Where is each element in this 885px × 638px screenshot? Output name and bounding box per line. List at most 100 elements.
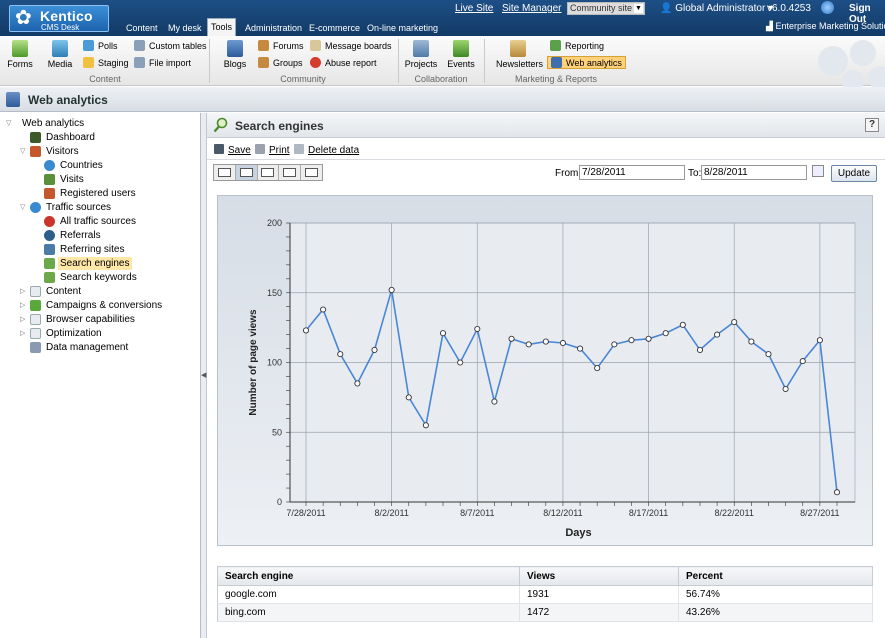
interval-week-button[interactable] xyxy=(258,165,280,180)
staging-button[interactable]: Staging xyxy=(83,57,129,68)
tab-online-marketing[interactable]: On-line marketing xyxy=(364,21,441,36)
site-manager-link[interactable]: Site Manager xyxy=(502,3,561,14)
help-button[interactable]: ? xyxy=(865,118,879,132)
top-bar: ✿ Kentico CMS Desk Live Site Site Manage… xyxy=(0,0,885,36)
from-date-input[interactable] xyxy=(579,165,685,180)
version-label: v6.0.4253 xyxy=(767,3,811,14)
data-point xyxy=(714,331,721,338)
column-header[interactable]: Percent xyxy=(678,566,873,586)
user-name: Global Administrator xyxy=(675,3,766,14)
update-button[interactable]: Update xyxy=(831,165,877,182)
reporting-icon xyxy=(550,40,561,51)
live-site-link[interactable]: Live Site xyxy=(455,3,493,14)
message-boards-label: Message boards xyxy=(325,40,392,51)
data-point xyxy=(765,351,772,358)
table-cell: 1931 xyxy=(519,585,679,604)
calendar-icon[interactable] xyxy=(812,165,824,177)
custom-tables-button[interactable]: Custom tables xyxy=(134,40,207,51)
all-traffic-sources-icon xyxy=(44,216,55,227)
table-icon xyxy=(134,40,145,51)
y-axis-title: Number of page views xyxy=(248,309,259,416)
polls-icon xyxy=(83,40,94,51)
collapsed-arrow-icon[interactable]: ▷ xyxy=(20,313,28,326)
forums-button[interactable]: Forums xyxy=(258,40,304,51)
data-point xyxy=(474,325,481,333)
visitors-icon xyxy=(30,146,41,157)
site-selector[interactable]: Community site ▼ xyxy=(567,2,645,15)
forms-label: Forms xyxy=(7,59,33,69)
message-boards-button[interactable]: Message boards xyxy=(310,40,392,51)
interval-month-button[interactable] xyxy=(279,165,302,180)
x-tick-label: 7/28/2011 xyxy=(286,508,325,518)
kentico-logo[interactable]: ✿ Kentico CMS Desk xyxy=(9,5,109,32)
content-title-bar: Search engines ? xyxy=(207,113,885,138)
collapsed-arrow-icon[interactable]: ▷ xyxy=(20,285,28,298)
optimization-icon xyxy=(30,328,41,339)
collapsed-arrow-icon[interactable]: ▷ xyxy=(20,299,28,312)
reporting-button[interactable]: Reporting xyxy=(550,40,604,51)
tab-e-commerce[interactable]: E-commerce xyxy=(306,21,363,36)
user-icon: 👤 xyxy=(660,3,673,14)
data-point xyxy=(799,358,806,365)
data-point xyxy=(782,385,789,393)
tab-tools[interactable]: Tools xyxy=(207,18,237,36)
collapsed-arrow-icon[interactable]: ▷ xyxy=(20,327,28,340)
interval-day-button[interactable] xyxy=(235,165,258,180)
media-button[interactable]: Media xyxy=(45,40,75,69)
expanded-arrow-icon[interactable]: ▽ xyxy=(20,201,28,214)
groups-button[interactable]: Groups xyxy=(258,57,303,68)
interval-year-button[interactable] xyxy=(301,165,322,180)
media-icon xyxy=(52,40,68,57)
projects-button[interactable]: Projects xyxy=(404,40,438,69)
delete-data-button[interactable]: Delete data xyxy=(294,144,359,156)
polls-label: Polls xyxy=(98,40,118,51)
year-icon xyxy=(305,168,319,177)
globe-icon[interactable] xyxy=(821,1,834,14)
column-header[interactable]: Views xyxy=(519,566,679,586)
data-point xyxy=(833,489,841,496)
expanded-arrow-icon[interactable]: ▽ xyxy=(20,145,28,158)
tab-my-desk[interactable]: My desk xyxy=(165,21,205,36)
events-button[interactable]: Events xyxy=(446,40,476,69)
user-menu[interactable]: 👤 Global Administrator ▾ xyxy=(660,3,773,14)
data-point xyxy=(628,337,635,344)
to-date-input[interactable] xyxy=(701,165,807,180)
forms-button[interactable]: Forms xyxy=(6,40,34,69)
web-analytics-label: Web analytics xyxy=(566,57,622,68)
tab-administration[interactable]: Administration xyxy=(242,21,305,36)
logo-subtitle: CMS Desk xyxy=(41,23,80,32)
data-point xyxy=(422,422,429,429)
data-point xyxy=(662,330,669,337)
x-tick-label: 8/17/2011 xyxy=(629,508,668,518)
file-import-button[interactable]: File import xyxy=(134,57,191,68)
data-point xyxy=(542,338,549,345)
forums-icon xyxy=(258,40,269,51)
table-row: google.com 1931 56.74% xyxy=(217,585,873,604)
groups-icon xyxy=(258,57,269,68)
column-header[interactable]: Search engine xyxy=(217,566,520,586)
tab-content[interactable]: Content xyxy=(123,21,161,36)
table-cell: 43.26% xyxy=(678,603,873,622)
blogs-button[interactable]: Blogs xyxy=(223,40,247,69)
browser-icon xyxy=(30,314,41,325)
staging-label: Staging xyxy=(98,57,129,68)
dashboard-icon xyxy=(30,132,41,143)
content-title: Search engines xyxy=(235,119,324,133)
interval-hour-button[interactable] xyxy=(214,165,236,180)
newsletters-button[interactable]: Newsletters xyxy=(496,40,543,69)
data-point xyxy=(611,341,618,348)
expanded-arrow-icon[interactable]: ▽ xyxy=(6,117,14,130)
visits-icon xyxy=(44,174,55,185)
web-analytics-button[interactable]: Web analytics xyxy=(547,56,626,69)
site-selector-value: Community site xyxy=(570,3,633,13)
logo-name: Kentico xyxy=(40,8,93,24)
delete-data-label: Delete data xyxy=(308,145,360,156)
table-cell: google.com xyxy=(217,585,520,604)
print-button[interactable]: Print xyxy=(255,144,290,156)
abuse-report-button[interactable]: Abuse report xyxy=(310,57,377,68)
line-chart: 0 50 100 150 200 7/28/2011 8/2/2011 8/7/2011 8/1… xyxy=(248,218,856,539)
events-label: Events xyxy=(447,59,475,69)
save-button[interactable]: Save xyxy=(214,144,251,156)
collapse-arrow-icon[interactable]: ◀ xyxy=(201,371,206,379)
polls-button[interactable]: Polls xyxy=(83,40,118,51)
